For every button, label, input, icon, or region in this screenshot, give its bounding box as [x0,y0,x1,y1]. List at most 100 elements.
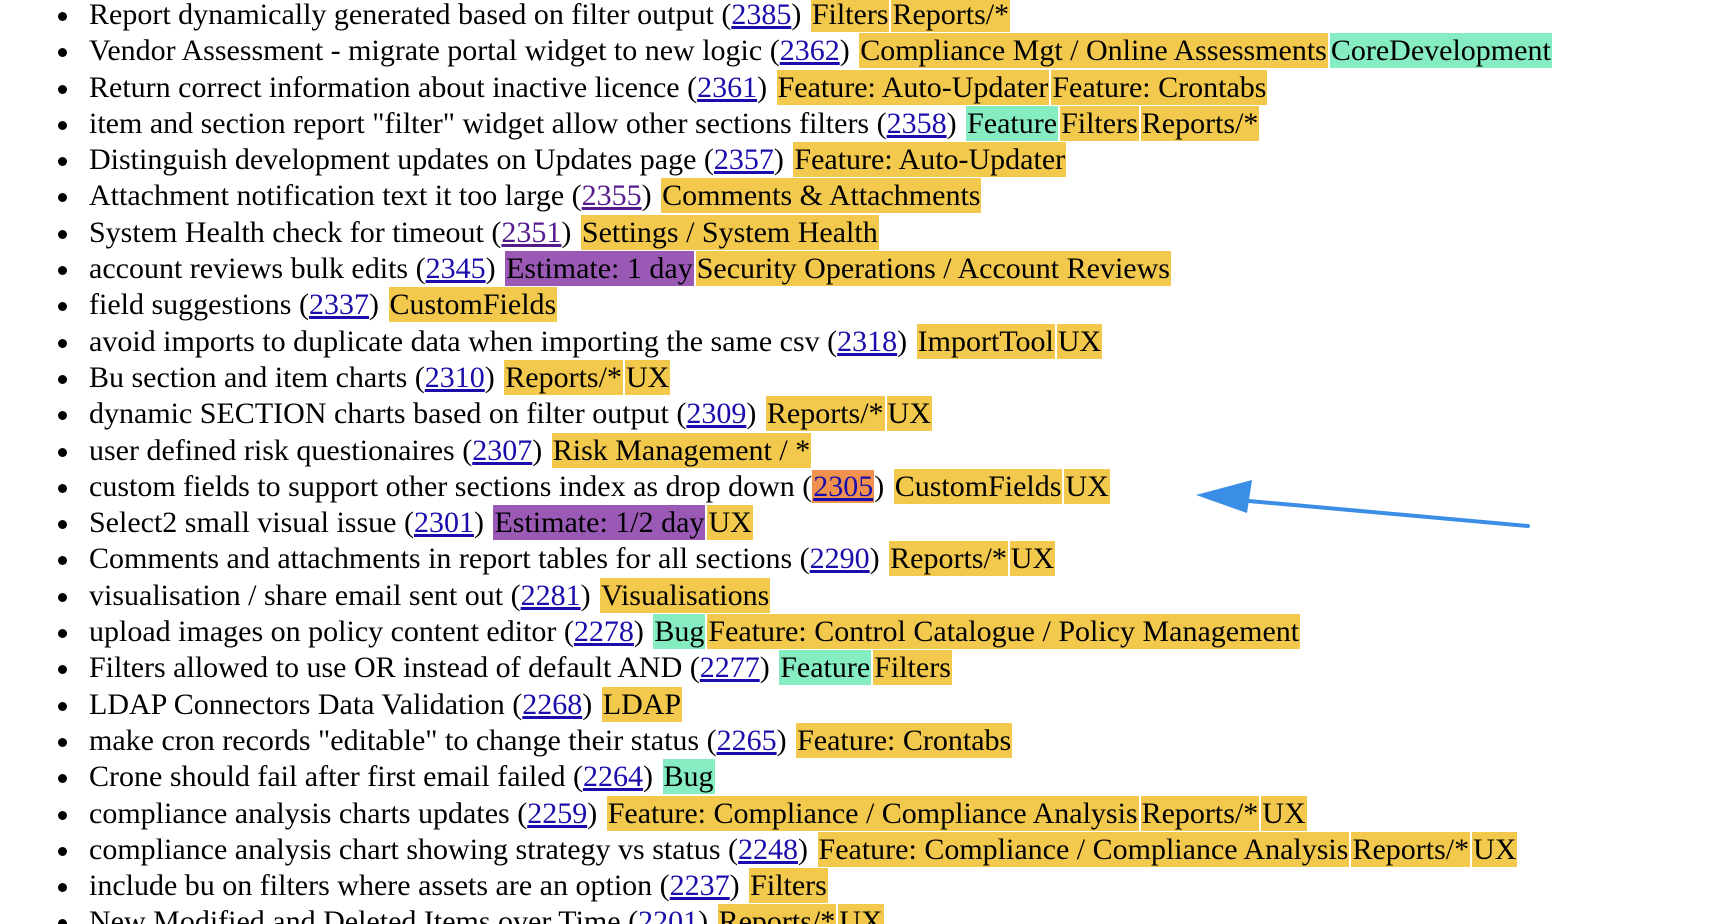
bullet-icon [58,338,67,348]
issue-number-link[interactable]: 2358 [887,107,947,140]
issue-number-link[interactable]: 2310 [425,361,485,394]
label-tag: Reports/* [717,904,837,924]
issue-list-item: user defined risk questionaires (2307) R… [58,432,1552,469]
bullet-icon [58,629,67,639]
issue-list-item: avoid imports to duplicate data when imp… [58,323,1552,360]
issue-number-link[interactable]: 2361 [697,71,757,104]
issue-number-link[interactable]: 2264 [583,760,643,793]
bullet-icon [58,157,67,167]
issue-number-link[interactable]: 2337 [309,288,369,321]
issue-number-link[interactable]: 2278 [574,615,634,648]
bullet-icon [58,374,67,384]
issue-number-link[interactable]: 2385 [731,0,791,31]
label-tag: UX [886,396,932,432]
issue-title: compliance analysis chart showing strate… [89,832,721,866]
label-tag: Filters [1060,105,1139,141]
issue-list-item: Filters allowed to use OR instead of def… [58,650,1552,686]
issue-number-link[interactable]: 2357 [714,143,774,176]
label-tag: Comments & Attachments [661,178,982,214]
issue-title: Comments and attachments in report table… [89,542,793,576]
bullet-icon [58,919,67,924]
label-tag: Feature: Auto-Updater [793,142,1067,178]
issue-number-wrapper: 2357 [714,143,774,176]
issue-number-wrapper: 2290 [810,542,870,575]
issue-number-link[interactable]: 2355 [582,179,642,212]
label-tag: Reports/* [891,0,1011,32]
bullet-icon [58,302,67,312]
issue-number-link[interactable]: 2362 [780,34,840,67]
label-tag: Reports/* [1140,105,1260,141]
issue-number-link[interactable]: 2248 [738,833,798,866]
issue-title: Report dynamically generated based on fi… [89,0,714,31]
issue-number-wrapper: 2337 [309,288,369,321]
issue-number-link[interactable]: 2301 [414,506,474,539]
label-tag: UX [1261,795,1307,831]
issue-number-link[interactable]: 2305 [813,470,873,503]
bullet-icon [58,411,67,421]
bullet-icon [58,193,67,203]
label-tag: CoreDevelopment [1329,33,1552,69]
issue-number-link[interactable]: 2345 [426,252,486,285]
issue-number-link[interactable]: 2307 [472,434,532,467]
label-tag: Feature: Control Catalogue / Policy Mana… [707,614,1301,650]
issue-number-link[interactable]: 2318 [837,325,897,358]
issue-number-link[interactable]: 2201 [638,905,698,924]
label-tag: Estimate: 1 day [505,251,694,287]
issue-title: New Modified and Deleted Items over Time [89,905,621,924]
issue-title: compliance analysis charts updates [89,796,510,830]
issue-list-item: Bu section and item charts (2310) Report… [58,359,1552,396]
issue-title: LDAP Connectors Data Validation [89,687,505,721]
issue-number-wrapper: 2277 [700,651,760,684]
issue-number-link[interactable]: 2351 [501,216,561,249]
issue-list-item: LDAP Connectors Data Validation (2268) L… [58,686,1552,723]
bullet-icon [58,447,67,457]
label-tag: Feature [779,650,872,686]
issue-number-wrapper: 2201 [638,905,698,924]
bullet-icon [58,701,67,711]
issue-list-item: compliance analysis chart showing strate… [58,831,1552,868]
label-tag: UX [838,904,884,924]
issue-title: include bu on filters where assets are a… [89,869,653,903]
issue-number-wrapper: 2259 [527,797,587,830]
issue-number-link[interactable]: 2281 [521,579,581,612]
label-tag: Filters [749,868,828,904]
label-tag: UX [1472,831,1518,867]
issue-number-link[interactable]: 2290 [810,542,870,575]
bullet-icon [58,774,67,784]
issue-number-wrapper: 2237 [670,869,730,902]
issue-list-item: field suggestions (2337) CustomFields [58,287,1552,323]
bullet-icon [58,12,67,21]
issue-number-link[interactable]: 2237 [670,869,730,902]
issue-title: user defined risk questionaires [89,433,455,467]
issue-list-item: visualisation / share email sent out (22… [58,577,1552,614]
issue-number-link[interactable]: 2309 [686,397,746,430]
issue-list-item: System Health check for timeout (2351) S… [58,214,1552,251]
label-tag: Reports/* [1140,795,1260,831]
issue-list-item: make cron records "editable" to change t… [58,722,1552,759]
issue-title: Vendor Assessment - migrate portal widge… [89,34,763,68]
issue-title: visualisation / share email sent out [89,578,504,612]
bullet-icon [58,592,67,602]
label-tag: Bug [662,759,715,795]
bullet-icon [58,120,67,130]
issue-number-link[interactable]: 2259 [527,797,587,830]
label-tag: Feature: Auto-Updater [776,69,1050,105]
label-tag: Feature: Compliance / Compliance Analysi… [606,795,1139,831]
issue-number-wrapper: 2385 [731,0,791,31]
label-tag: UX [1056,323,1103,359]
issue-number-wrapper: 2307 [472,434,532,467]
label-tag: UX [1064,468,1110,504]
bullet-icon [58,266,67,276]
issue-number-wrapper: 2358 [887,107,947,140]
issue-list-item: Crone should fail after first email fail… [58,759,1552,795]
issue-number-link[interactable]: 2265 [717,724,777,757]
issue-title: Bu section and item charts [89,360,408,394]
issue-number-wrapper: 2318 [837,325,897,358]
label-tag: Settings / System Health [580,214,879,250]
label-tag: Reports/* [889,541,1008,577]
issue-list-item: Distinguish development updates on Updat… [58,142,1552,178]
issue-number-link[interactable]: 2268 [522,688,582,721]
issue-number-link[interactable]: 2277 [700,651,760,684]
label-tag: Reports/* [765,396,885,432]
bullet-icon [58,737,67,747]
